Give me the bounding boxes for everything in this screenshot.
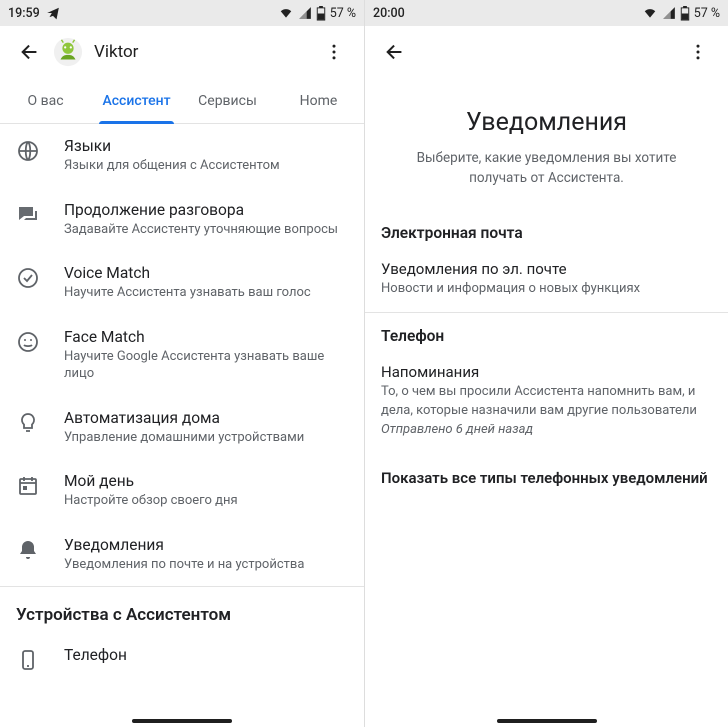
phone-icon (16, 648, 40, 672)
more-button[interactable] (680, 34, 716, 70)
tab-services[interactable]: Сервисы (182, 78, 273, 123)
battery-icon (680, 6, 690, 21)
row-languages[interactable]: Языки Языки для общения с Ассистентом (0, 124, 364, 188)
face-icon (16, 330, 40, 354)
item-title: Уведомления по эл. почте (381, 260, 712, 278)
status-time: 20:00 (373, 6, 405, 21)
item-note: Отправлено 6 дней назад (381, 422, 712, 437)
tab-assistant[interactable]: Ассистент (91, 78, 182, 123)
section-devices: Устройства с Ассистентом (0, 587, 364, 633)
row-sub: Научите Google Ассистента узнавать ваше … (64, 348, 348, 383)
row-title: Телефон (64, 646, 348, 664)
row-face-match[interactable]: Face Match Научите Google Ассистента узн… (0, 315, 364, 396)
row-voice-match[interactable]: Voice Match Научите Ассистента узнавать … (0, 251, 364, 315)
section-email-title: Электронная почта (365, 210, 728, 250)
row-my-day[interactable]: Мой день Настройте обзор своего дня (0, 459, 364, 523)
item-reminders[interactable]: Напоминания То, о чем вы просили Ассисте… (365, 353, 728, 450)
tabs: О вас Ассистент Сервисы Home (0, 78, 364, 124)
wifi-icon (278, 6, 294, 20)
row-title: Автоматизация дома (64, 409, 348, 427)
row-title: Voice Match (64, 264, 348, 282)
nav-handle[interactable] (497, 719, 597, 723)
wifi-icon (642, 6, 658, 20)
row-home-automation[interactable]: Автоматизация дома Управление домашними … (0, 396, 364, 460)
calendar-icon (16, 474, 40, 498)
row-sub: Научите Ассистента узнавать ваш голос (64, 284, 348, 302)
back-button[interactable] (12, 34, 48, 70)
row-sub: Уведомления по почте и на устройства (64, 556, 348, 574)
section-phone-title: Телефон (365, 313, 728, 353)
row-sub: Задавайте Ассистенту уточняющие вопросы (64, 221, 348, 239)
settings-list: Языки Языки для общения с Ассистентом Пр… (0, 124, 364, 727)
battery-percent: 57 % (330, 6, 356, 21)
status-bar: 20:00 57 % (365, 0, 728, 26)
globe-icon (16, 139, 40, 163)
row-sub: Настройте обзор своего дня (64, 492, 348, 510)
user-avatar[interactable] (52, 36, 84, 68)
row-title: Мой день (64, 472, 348, 490)
signal-icon (662, 6, 676, 20)
chat-icon (16, 203, 40, 227)
row-sub: Языки для общения с Ассистентом (64, 157, 348, 175)
nav-handle[interactable] (132, 719, 232, 723)
battery-icon (316, 6, 326, 21)
screen-notifications: 20:00 57 % Уведомления Выберите, какие у… (364, 0, 728, 727)
page-title: Уведомления (365, 108, 728, 137)
screen-assistant-settings: 19:59 57 % Viktor О вас (0, 0, 364, 727)
tab-about[interactable]: О вас (0, 78, 91, 123)
check-circle-icon (16, 266, 40, 290)
row-continued-conversation[interactable]: Продолжение разговора Задавайте Ассистен… (0, 188, 364, 252)
status-bar: 19:59 57 % (0, 0, 364, 26)
show-all-phone-notifications[interactable]: Показать все типы телефонных уведомлений (365, 451, 728, 505)
row-title: Языки (64, 137, 348, 155)
page-description: Выберите, какие уведомления вы хотите по… (365, 137, 728, 210)
bell-icon (16, 538, 40, 562)
status-time: 19:59 (8, 6, 40, 21)
item-sub: То, о чем вы просили Ассистента напомнит… (381, 383, 712, 419)
row-title: Face Match (64, 328, 348, 346)
item-title: Напоминания (381, 363, 712, 381)
more-button[interactable] (316, 34, 352, 70)
row-notifications[interactable]: Уведомления Уведомления по почте и на ус… (0, 523, 364, 587)
app-bar: Viktor (0, 26, 364, 78)
row-title: Уведомления (64, 536, 348, 554)
item-sub: Новости и информация о новых функциях (381, 280, 712, 298)
row-title: Продолжение разговора (64, 201, 348, 219)
profile-name: Viktor (94, 42, 316, 62)
tab-home[interactable]: Home (273, 78, 364, 123)
lightbulb-icon (16, 411, 40, 435)
row-sub: Управление домашними устройствами (64, 429, 348, 447)
telegram-icon (46, 6, 60, 20)
back-button[interactable] (377, 34, 413, 70)
signal-icon (298, 6, 312, 20)
battery-percent: 57 % (694, 6, 720, 21)
item-email-notifications[interactable]: Уведомления по эл. почте Новости и инфор… (365, 250, 728, 312)
row-device-phone[interactable]: Телефон (0, 633, 364, 685)
app-bar (365, 26, 728, 78)
